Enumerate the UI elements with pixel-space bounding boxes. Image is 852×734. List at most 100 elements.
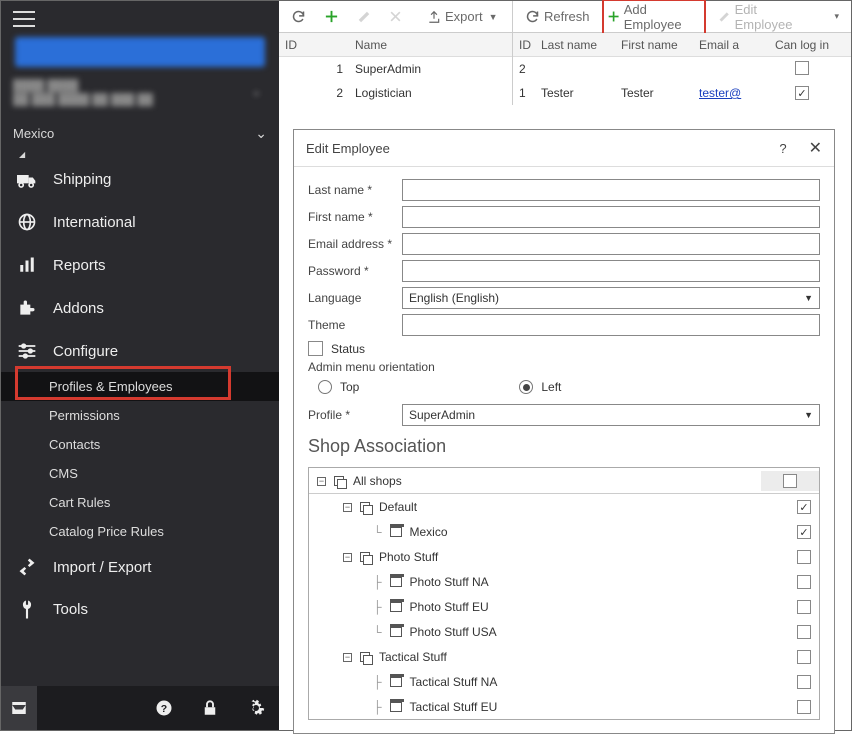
table-row[interactable]: 1 Tester Tester tester@ ✓ [513,81,851,105]
add-left-button[interactable] [318,6,345,27]
orientation-left-radio[interactable] [519,380,533,394]
add-employee-button[interactable]: Add Employee [602,0,707,35]
gear-icon[interactable] [247,699,265,717]
table-row[interactable]: 2 [513,57,851,81]
sub-contacts[interactable]: Contacts [1,430,279,459]
caret-down-icon: ▾ [834,11,839,22]
panel-close-button[interactable]: ✕ [809,138,822,158]
sub-catalog-price-rules[interactable]: Catalog Price Rules [1,517,279,546]
col-email[interactable]: Email a [693,35,753,55]
label-theme: Theme [308,318,402,332]
delete-left-button[interactable] [383,7,408,26]
hamburger-icon[interactable] [13,11,35,27]
sub-profiles-employees[interactable]: Profiles & Employees [1,372,279,401]
col-id[interactable]: ID [279,35,349,55]
tree-caret-icon[interactable]: ◢ [1,150,279,159]
nav-international[interactable]: International [1,200,279,244]
login-checkbox[interactable]: ✓ [795,86,809,100]
theme-input[interactable] [402,314,820,336]
tree-node-photo-na[interactable]: ├Photo Stuff NA [309,569,819,594]
label-email: Email address * [308,237,402,251]
tree-node-photo-usa[interactable]: └Photo Stuff USA [309,619,819,644]
tree-checkbox[interactable] [797,600,811,614]
col-first[interactable]: First name [615,35,693,55]
nav-label: Reports [53,257,106,274]
sub-permissions[interactable]: Permissions [1,401,279,430]
collapse-icon[interactable]: − [343,553,352,562]
nav-addons[interactable]: Addons [1,286,279,330]
tree-node-mexico[interactable]: └Mexico [309,519,819,544]
tree-checkbox[interactable] [797,500,811,514]
wrench-icon [14,596,41,623]
tree-checkbox[interactable] [797,650,811,664]
nav-import-export[interactable]: Import / Export [1,546,279,588]
last-name-input[interactable] [402,179,820,201]
refresh-right-button[interactable]: Refresh [519,6,596,27]
group-icon [334,476,345,487]
first-name-input[interactable] [402,206,820,228]
email-input[interactable] [402,233,820,255]
sliders-icon [17,342,37,360]
nav-label: Addons [53,300,104,317]
sub-cms[interactable]: CMS [1,459,279,488]
refresh-left-button[interactable] [285,6,312,27]
tree-checkbox[interactable] [797,675,811,689]
col-last[interactable]: Last name [535,35,615,55]
toolbar-more-button[interactable]: ▾ [826,8,845,25]
email-link[interactable]: tester@ [699,86,741,100]
orientation-top-radio[interactable] [318,380,332,394]
tree-node-tactical-eu[interactable]: ├Tactical Stuff EU [309,694,819,719]
tree-node-default[interactable]: −Default [309,494,819,519]
help-icon[interactable]: ? [155,699,173,717]
puzzle-icon [17,298,37,318]
edit-employee-button[interactable]: Edit Employee [712,0,814,35]
language-select[interactable]: English (English)▼ [402,287,820,309]
login-checkbox[interactable] [795,61,809,75]
globe-icon [17,212,37,232]
tree-checkbox[interactable] [797,625,811,639]
transfer-icon [17,558,37,576]
brand-button[interactable] [15,37,265,67]
password-input[interactable] [402,260,820,282]
tree-node-tactical-na[interactable]: ├Tactical Stuff NA [309,669,819,694]
tree-checkbox[interactable] [797,575,811,589]
collapse-icon[interactable]: − [343,503,352,512]
tree-checkbox[interactable] [797,525,811,539]
country-selector[interactable]: Mexico ⌄ [1,117,279,150]
nav-reports[interactable]: Reports [1,244,279,286]
table-row[interactable]: 1 SuperAdmin [279,57,512,81]
nav-tools[interactable]: Tools [1,588,279,630]
export-button[interactable]: Export▼ [421,6,504,27]
inbox-button[interactable] [1,686,37,730]
label-language: Language [308,291,402,305]
tree-checkbox[interactable] [797,700,811,714]
panel-help-button[interactable]: ? [779,141,786,156]
profiles-grid: ID Name 1 SuperAdmin 2 Logistician [279,33,513,105]
edit-left-button[interactable] [351,7,377,27]
nav-shipping[interactable]: Shipping [1,159,279,200]
close-icon [389,10,402,23]
profile-select[interactable]: SuperAdmin▼ [402,404,820,426]
tree-node-photo-eu[interactable]: ├Photo Stuff EU [309,594,819,619]
lock-icon[interactable] [201,699,219,717]
tree-node-all-shops[interactable]: − All shops [309,468,819,494]
plus-icon [324,9,339,24]
sub-cart-rules[interactable]: Cart Rules [1,488,279,517]
sidebar: ████ ██████ ███ ████ ██ ███ ██⌄ Mexico ⌄… [1,1,279,730]
col-name[interactable]: Name [349,35,393,55]
tree-node-tactical[interactable]: −Tactical Stuff [309,644,819,669]
collapse-icon[interactable]: − [317,477,326,486]
collapse-icon[interactable]: − [343,653,352,662]
col-id[interactable]: ID [513,35,535,55]
refresh-icon [525,9,540,24]
col-login[interactable]: Can log in [753,35,851,55]
tree-node-photo-stuff[interactable]: −Photo Stuff [309,544,819,569]
nav-label: Tools [53,601,88,618]
status-checkbox[interactable] [308,341,323,356]
tree-checkbox[interactable] [783,474,797,488]
label-first-name: First name * [308,210,402,224]
table-row[interactable]: 2 Logistician [279,81,512,105]
nav-configure[interactable]: Configure [1,330,279,372]
main-area: Export▼ Refresh Add Employee Edit Employ… [279,1,851,730]
tree-checkbox[interactable] [797,550,811,564]
